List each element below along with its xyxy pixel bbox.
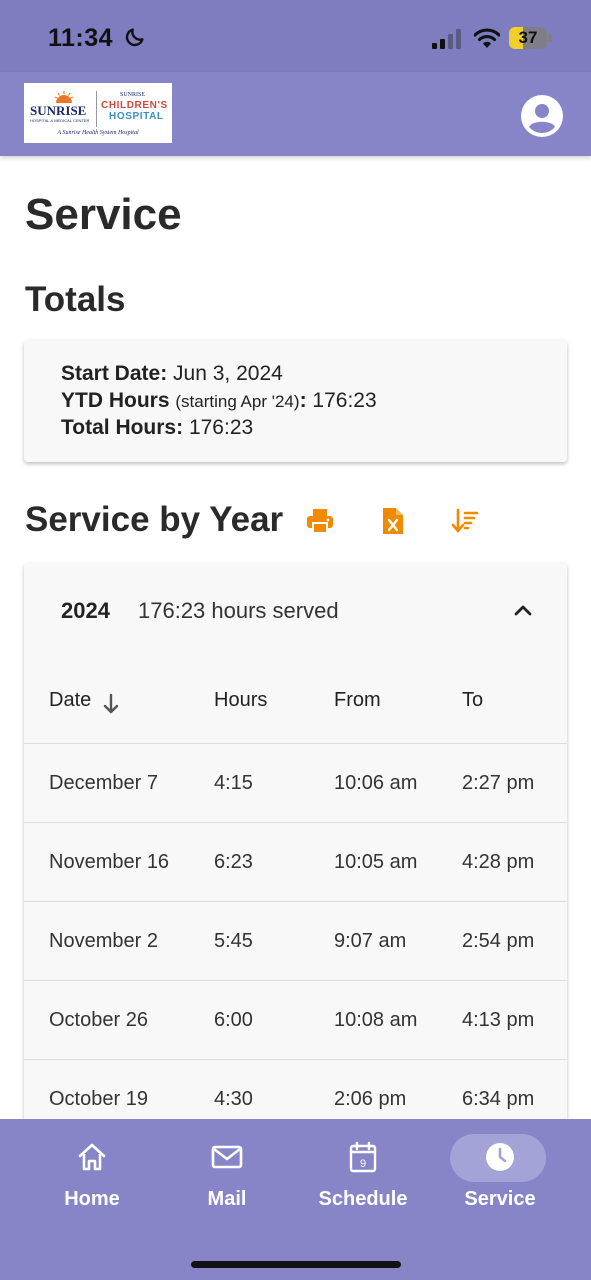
cell-hours: 4:15 <box>214 772 253 794</box>
column-header-date[interactable]: Date <box>49 689 91 712</box>
year-label: 2024 <box>61 598 110 623</box>
service-table: December 7 4:15 10:06 am 2:27 pm Novembe… <box>24 743 567 1123</box>
year-panel: 2024 176:23 hours served Date Hours From… <box>24 563 567 1123</box>
tab-label: Mail <box>207 1188 247 1210</box>
calendar-icon: 9 <box>349 1141 377 1173</box>
wifi-icon <box>474 28 500 48</box>
logo-kids-line2: HOSPITAL <box>109 111 164 122</box>
clock-icon <box>486 1143 514 1171</box>
cell-to: 4:28 pm <box>462 851 535 873</box>
table-row: December 7 4:15 10:06 am 2:27 pm <box>24 743 567 822</box>
cell-from: 2:06 pm <box>334 1088 407 1110</box>
cell-to: 6:34 pm <box>462 1088 535 1110</box>
cell-date: October 26 <box>49 1009 148 1031</box>
cell-date: November 16 <box>49 851 170 873</box>
year-hours-summary: 176:23 hours served <box>138 598 339 623</box>
home-icon <box>78 1143 106 1171</box>
battery-indicator: 37 <box>509 27 553 49</box>
tab-label: Service <box>464 1188 536 1210</box>
start-date-label: Start Date: <box>61 362 168 385</box>
battery-tip <box>548 34 552 42</box>
start-date-line: Start Date: Jun 3, 2024 <box>61 362 283 386</box>
cell-hours: 6:00 <box>214 1009 253 1031</box>
start-date-value: Jun 3, 2024 <box>173 362 283 385</box>
cell-date: November 2 <box>49 930 158 952</box>
cell-from: 10:08 am <box>334 1009 418 1031</box>
home-indicator <box>191 1261 401 1268</box>
table-row: October 19 4:30 2:06 pm 6:34 pm <box>24 1059 567 1123</box>
totals-card: Start Date: Jun 3, 2024 YTD Hours (start… <box>24 340 567 462</box>
account-circle-icon[interactable] <box>521 95 563 137</box>
logo-brand-sub: HOSPITAL & MEDICAL CENTER <box>30 118 90 123</box>
table-row: October 26 6:00 10:08 am 4:13 pm <box>24 980 567 1059</box>
logo-tagline: A Sunrise Health System Hospital <box>57 130 139 136</box>
cell-hours: 5:45 <box>214 930 253 952</box>
column-header-hours[interactable]: Hours <box>214 689 267 712</box>
column-header-from[interactable]: From <box>334 689 381 712</box>
battery-percent: 37 <box>518 28 538 47</box>
column-header-to[interactable]: To <box>462 689 483 712</box>
cell-hours: 6:23 <box>214 851 253 873</box>
table-row: November 16 6:23 10:05 am 4:28 pm <box>24 822 567 901</box>
logo-kids-line1: CHILDREN'S <box>101 100 168 111</box>
tab-schedule[interactable]: 9 Schedule <box>293 1119 433 1219</box>
total-hours-value: 176:23 <box>188 416 254 439</box>
service-by-year-heading: Service by Year <box>25 500 284 539</box>
cell-from: 10:05 am <box>334 851 418 873</box>
cell-date: October 19 <box>49 1088 148 1110</box>
total-hours-label: Total Hours: <box>61 416 184 439</box>
arrow-down-icon[interactable] <box>102 693 120 715</box>
cellular-signal-icon <box>432 29 461 49</box>
cell-hours: 4:30 <box>214 1088 253 1110</box>
cell-to: 2:27 pm <box>462 772 535 794</box>
cell-date: December 7 <box>49 772 158 794</box>
chevron-up-icon[interactable] <box>510 597 536 623</box>
cell-to: 2:54 pm <box>462 930 535 952</box>
tab-home[interactable]: Home <box>22 1119 162 1219</box>
sun-logo-icon <box>54 91 74 103</box>
print-icon[interactable] <box>305 506 335 536</box>
bottom-tab-bar: Home Mail 9 Schedule Service <box>0 1119 591 1280</box>
total-hours-line: Total Hours: 176:23 <box>61 416 253 440</box>
ytd-value: 176:23 <box>312 389 377 412</box>
logo-divider <box>96 91 97 127</box>
battery-body: 37 <box>509 27 547 49</box>
excel-file-icon[interactable] <box>378 506 408 536</box>
tab-label: Home <box>64 1188 120 1210</box>
tab-service[interactable]: Service <box>430 1119 570 1219</box>
logo-kids-brand: SUNRISE <box>120 92 146 98</box>
moon-icon <box>125 28 144 47</box>
calendar-day: 9 <box>360 1158 366 1170</box>
mail-icon <box>211 1145 243 1169</box>
ytd-colon: : <box>299 389 307 412</box>
cell-from: 10:06 am <box>334 772 418 794</box>
app-header: SUNRISE HOSPITAL & MEDICAL CENTER SUNRIS… <box>0 72 591 156</box>
hospital-logo[interactable]: SUNRISE HOSPITAL & MEDICAL CENTER SUNRIS… <box>24 83 172 143</box>
page-title: Service <box>25 190 182 239</box>
table-row: November 2 5:45 9:07 am 2:54 pm <box>24 901 567 980</box>
tab-label: Schedule <box>318 1188 408 1210</box>
ytd-hours-line: YTD Hours (starting Apr '24): 176:23 <box>61 389 377 413</box>
ytd-note: (starting Apr '24) <box>175 392 300 411</box>
logo-kids-name: CHILDREN'S HOSPITAL <box>101 100 168 122</box>
status-bar: 11:34 37 <box>0 0 591 72</box>
tab-mail[interactable]: Mail <box>157 1119 297 1219</box>
ytd-label: YTD Hours <box>61 389 170 412</box>
totals-heading: Totals <box>25 280 126 319</box>
cell-from: 9:07 am <box>334 930 407 952</box>
cell-to: 4:13 pm <box>462 1009 535 1031</box>
status-time: 11:34 <box>48 24 114 52</box>
sort-icon[interactable] <box>450 506 480 536</box>
logo-brand: SUNRISE <box>30 103 87 118</box>
